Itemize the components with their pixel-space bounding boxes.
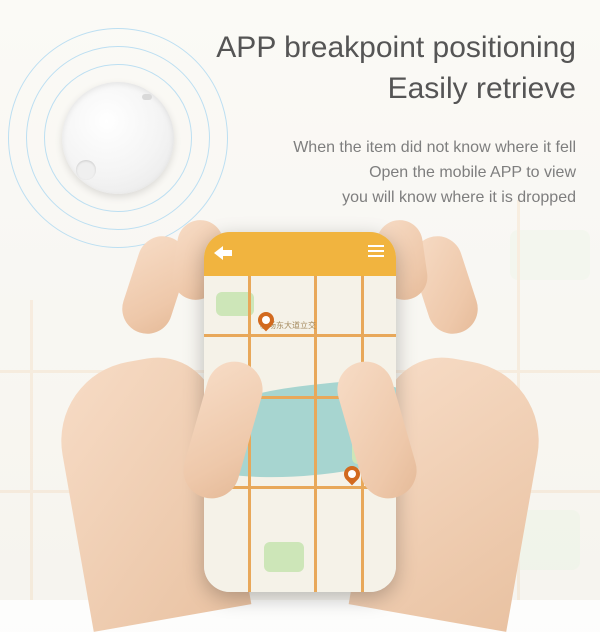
tracker-device — [62, 82, 174, 194]
headline-block: APP breakpoint positioning Easily retrie… — [216, 28, 576, 109]
tracker-with-signal-rings — [8, 28, 228, 248]
hand-holding-phone: 机场东大道立交 — [80, 220, 520, 620]
subtext-line-2: Open the mobile APP to view — [293, 161, 576, 186]
app-header — [204, 232, 396, 276]
menu-icon[interactable] — [368, 250, 384, 252]
smartphone: 机场东大道立交 — [204, 232, 396, 592]
speaker-slot-icon — [142, 94, 152, 100]
device-button-icon — [76, 160, 96, 180]
subtext-line-3: you will know where it is dropped — [293, 186, 576, 211]
map-view[interactable]: 机场东大道立交 — [204, 276, 396, 592]
headline-line-1: APP breakpoint positioning — [216, 28, 576, 69]
subtext-line-1: When the item did not know where it fell — [293, 136, 576, 161]
subtext-block: When the item did not know where it fell… — [293, 136, 576, 210]
headline-line-2: Easily retrieve — [216, 69, 576, 110]
